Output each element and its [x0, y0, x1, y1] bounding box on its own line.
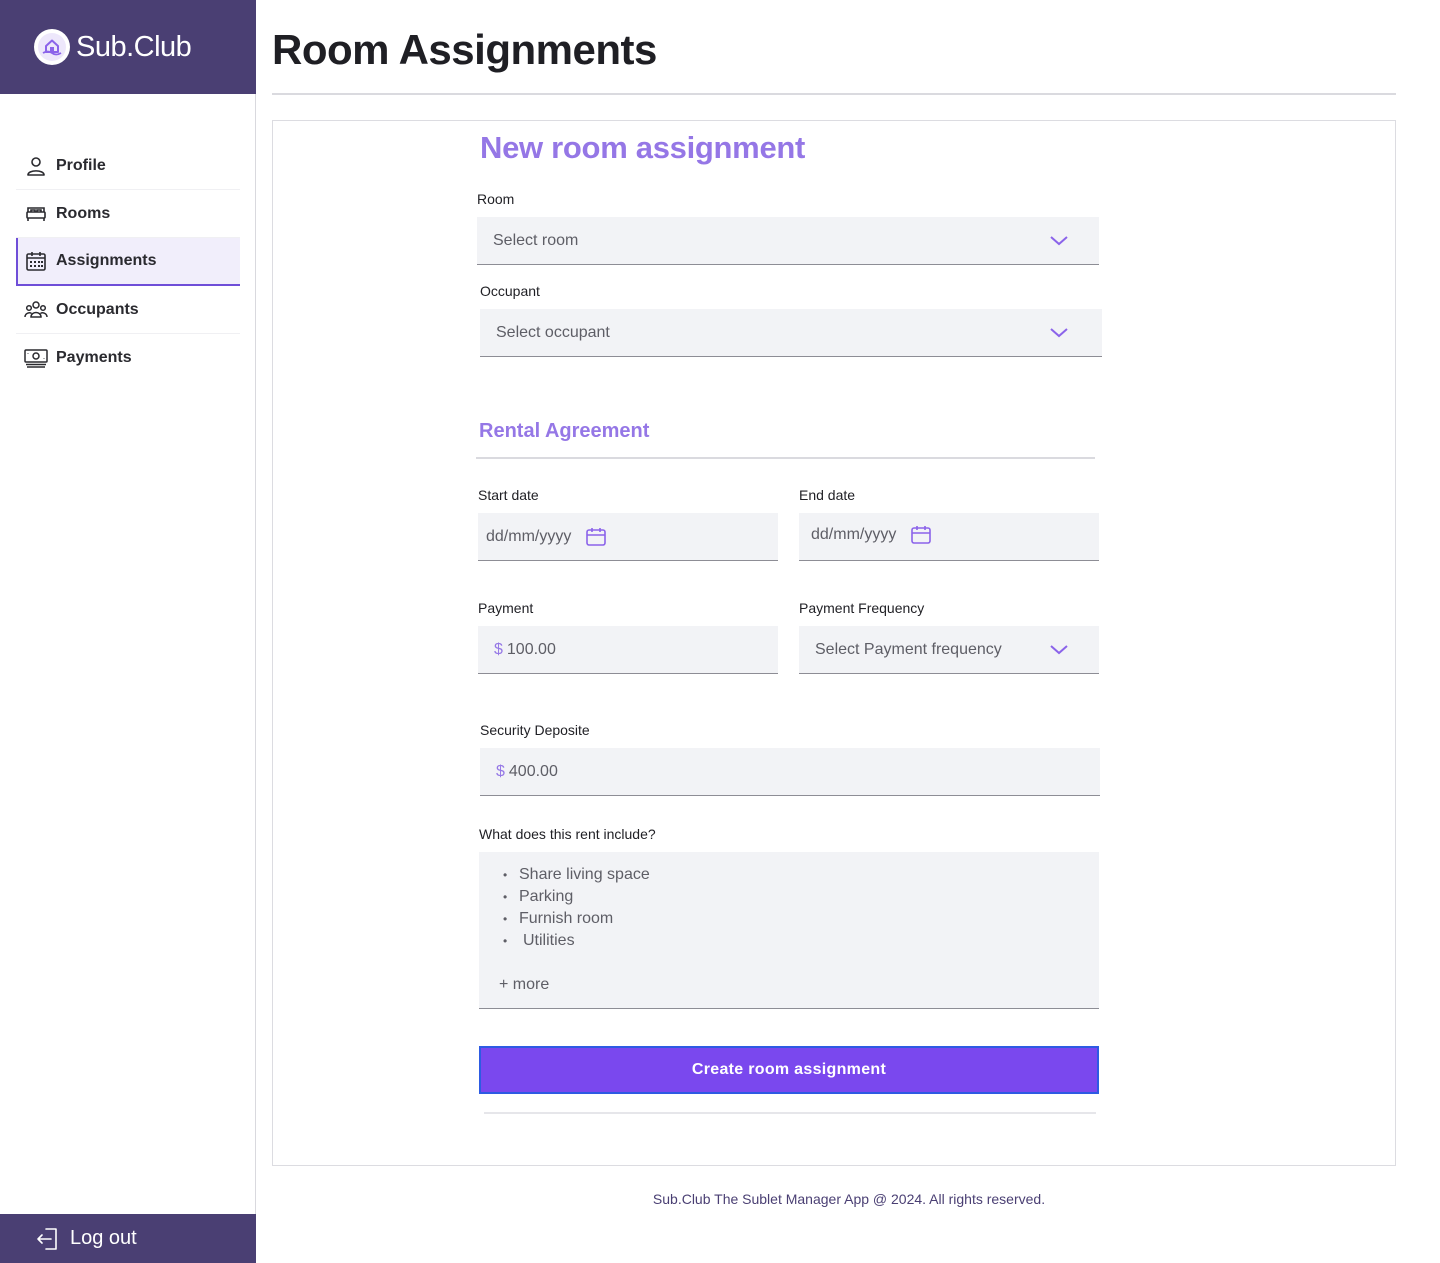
sidebar-item-label: Assignments	[56, 252, 157, 269]
chevron-down-icon	[1049, 231, 1069, 251]
brand-name: Sub.Club	[76, 30, 192, 63]
security-deposit-label: Security Deposite	[480, 722, 590, 738]
list-item: • Furnish room	[503, 910, 614, 927]
bed-icon	[24, 202, 48, 226]
currency-symbol: $	[494, 640, 503, 658]
security-deposit-input[interactable]: $ 400.00	[480, 748, 1100, 796]
list-item: • Parking	[503, 888, 574, 905]
logout-label: Log out	[70, 1227, 137, 1249]
calendar-icon[interactable]	[910, 524, 932, 546]
calendar-icon	[24, 249, 48, 273]
security-deposit-value: 400.00	[508, 762, 558, 780]
calendar-icon[interactable]	[585, 526, 607, 548]
cash-icon	[24, 346, 48, 370]
sidebar-item-label: Occupants	[56, 300, 139, 318]
end-date-placeholder: dd/mm/yyyy	[811, 525, 897, 543]
users-icon	[24, 298, 48, 322]
occupant-select-value: Select occupant	[496, 323, 610, 341]
sidebar: Sub.Club Profile Rooms Assignments Occup…	[0, 0, 256, 1263]
divider	[272, 93, 1396, 95]
rental-agreement-title: Rental Agreement	[479, 420, 650, 442]
list-item: • Share living space	[503, 866, 650, 883]
chevron-down-icon	[1049, 323, 1069, 343]
sidebar-item-assignments[interactable]: Assignments	[16, 238, 240, 286]
sidebar-item-profile[interactable]: Profile	[16, 142, 240, 190]
logout-button[interactable]: Log out	[0, 1214, 256, 1263]
start-date-placeholder: dd/mm/yyyy	[486, 527, 572, 545]
chevron-down-icon	[1049, 640, 1069, 660]
sidebar-item-label: Rooms	[56, 204, 111, 222]
room-label: Room	[477, 191, 515, 207]
occupant-label: Occupant	[480, 283, 540, 299]
start-date-input[interactable]: dd/mm/yyyy	[478, 513, 778, 561]
room-select-value: Select room	[493, 231, 579, 249]
sidebar-item-label: Profile	[56, 156, 106, 174]
currency-symbol: $	[496, 762, 505, 780]
occupant-select[interactable]: Select occupant	[480, 309, 1102, 357]
list-item: • Utilities	[503, 932, 575, 949]
includes-label: What does this rent include?	[479, 826, 656, 842]
brand-header[interactable]: Sub.Club	[0, 0, 256, 94]
logout-icon	[34, 1225, 62, 1253]
payment-input[interactable]: $ 100.00	[478, 626, 778, 674]
end-date-label: End date	[799, 487, 856, 503]
sidebar-item-rooms[interactable]: Rooms	[16, 190, 240, 238]
house-hand-logo-icon	[34, 29, 70, 65]
sidebar-item-payments[interactable]: Payments	[16, 334, 240, 382]
add-more-link[interactable]: + more	[499, 976, 549, 994]
end-date-input[interactable]: dd/mm/yyyy	[799, 513, 1099, 561]
sidebar-nav: Profile Rooms Assignments Occupants Paym…	[16, 142, 240, 382]
divider	[484, 1112, 1096, 1114]
create-room-assignment-button[interactable]: Create room assignment	[479, 1046, 1099, 1094]
user-icon	[24, 154, 48, 178]
sidebar-item-label: Payments	[56, 349, 132, 366]
form-title: New room assignment	[480, 130, 806, 165]
sidebar-item-occupants[interactable]: Occupants	[16, 286, 240, 334]
payment-label: Payment	[478, 600, 534, 616]
payment-frequency-label: Payment Frequency	[799, 600, 925, 616]
payment-frequency-select[interactable]: Select Payment frequency	[799, 626, 1099, 674]
includes-textarea[interactable]: • Share living space • Parking • Furnish ro…	[479, 852, 1099, 1009]
page-title: Room Assignments	[272, 26, 657, 73]
divider	[476, 457, 1095, 459]
footer-text: Sub.Club The Sublet Manager App @ 2024. …	[652, 1191, 1046, 1207]
payment-frequency-value: Select Payment frequency	[815, 640, 1002, 658]
room-select[interactable]: Select room	[477, 217, 1099, 265]
start-date-label: Start date	[478, 487, 539, 503]
payment-value: 100.00	[506, 640, 556, 658]
